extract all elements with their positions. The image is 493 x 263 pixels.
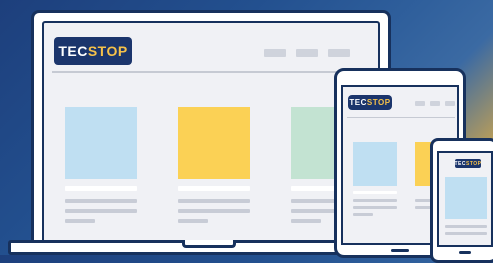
card-text-bar: [65, 199, 137, 203]
card-title-bar: [178, 186, 250, 191]
nav-item-3[interactable]: [328, 49, 350, 57]
nav-item-1[interactable]: [264, 49, 286, 57]
card-text-bar: [291, 219, 321, 223]
card-text-bar: [65, 209, 137, 213]
nav-item-2[interactable]: [296, 49, 318, 57]
card-image-blue: [445, 177, 487, 219]
logo-text-tec: TEC: [454, 160, 466, 167]
phone-home-button[interactable]: [459, 251, 471, 254]
header-divider: [52, 71, 374, 73]
laptop-trackpad-notch: [182, 240, 236, 248]
card-text-bar: [178, 209, 250, 213]
card-title-bar: [65, 186, 137, 191]
nav-item-1[interactable]: [415, 101, 425, 106]
card-text-bar: [178, 219, 208, 223]
card-text-bar: [353, 206, 397, 209]
card-text-bar: [353, 213, 373, 216]
tablet-home-button[interactable]: [391, 249, 409, 252]
card-image-yellow: [178, 107, 250, 179]
phone-logo: TEC STOP: [454, 159, 482, 168]
card-text-bar: [178, 199, 250, 203]
card-title-bar: [353, 191, 397, 194]
laptop-logo: TEC STOP: [54, 37, 132, 65]
nav-item-2[interactable]: [430, 101, 440, 106]
card-image-blue: [353, 142, 397, 186]
card-image-blue: [65, 107, 137, 179]
laptop-screen: TEC STOP: [42, 21, 380, 243]
nav-item-3[interactable]: [445, 101, 455, 106]
logo-text-stop: STOP: [366, 98, 391, 107]
tablet-logo: TEC STOP: [348, 95, 392, 110]
header-divider: [347, 117, 455, 118]
card-text-bar: [445, 225, 487, 228]
card-text-bar: [445, 232, 487, 235]
phone-screen: TEC STOP: [437, 151, 493, 247]
card-text-bar: [353, 199, 397, 202]
logo-text-tec: TEC: [349, 98, 367, 107]
logo-text-stop: STOP: [465, 160, 482, 167]
logo-text-tec: TEC: [58, 43, 88, 59]
card-text-bar: [65, 219, 95, 223]
logo-text-stop: STOP: [87, 43, 128, 59]
phone-device: TEC STOP: [430, 138, 493, 263]
